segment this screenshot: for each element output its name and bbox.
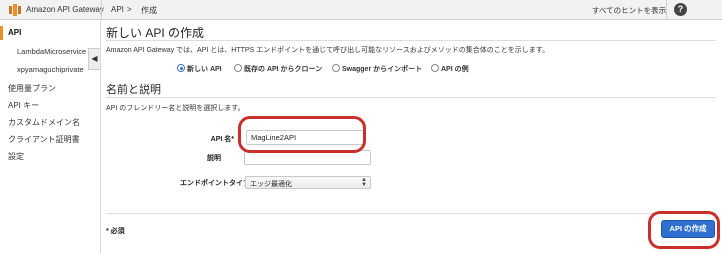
top-bar: Amazon API Gateway API > 作成 すべてのヒントを表示 ? bbox=[0, 0, 722, 20]
breadcrumb-separator: > bbox=[127, 5, 132, 14]
app-name[interactable]: Amazon API Gateway bbox=[26, 5, 104, 14]
divider bbox=[666, 0, 667, 20]
sidebar-item-lambdamicroservice[interactable]: LambdaMicroservice bbox=[17, 47, 86, 56]
sidebar-item-settings[interactable]: 設定 bbox=[8, 151, 24, 162]
sidebar-collapse-button[interactable]: ◀ bbox=[88, 48, 100, 70]
required-note: * 必須 bbox=[106, 228, 125, 235]
radio-clone-api[interactable]: 既存の API からクローン bbox=[234, 64, 322, 74]
sidebar-item-client-certificates[interactable]: クライアント証明書 bbox=[8, 134, 80, 145]
show-all-hints-link[interactable]: すべてのヒントを表示 bbox=[592, 5, 666, 16]
radio-icon[interactable] bbox=[431, 64, 439, 72]
sidebar-item-api-keys[interactable]: API キー bbox=[8, 100, 39, 111]
chevron-left-icon: ◀ bbox=[91, 54, 98, 63]
sidebar-item-xpyamaguchiprivate[interactable]: xpyamaguchiprivate bbox=[17, 65, 84, 74]
main-panel: 新しい API の作成 Amazon API Gateway では、API とは… bbox=[101, 20, 722, 253]
divider bbox=[106, 213, 716, 214]
api-gateway-logo-icon bbox=[9, 4, 21, 16]
radio-new-api[interactable]: 新しい API bbox=[177, 64, 222, 74]
section-description: API のフレンドリー名と説明を選択します。 bbox=[106, 105, 245, 112]
endpoint-type-value: エッジ最適化 bbox=[250, 181, 292, 188]
help-icon[interactable]: ? bbox=[674, 3, 687, 16]
api-name-label: API 名* bbox=[210, 136, 234, 143]
sidebar-item-custom-domains[interactable]: カスタムドメイン名 bbox=[8, 117, 80, 128]
radio-selected-icon[interactable] bbox=[177, 64, 185, 72]
sidebar-item-usage-plans[interactable]: 使用量プラン bbox=[8, 83, 56, 94]
radio-icon[interactable] bbox=[332, 64, 340, 72]
radio-icon[interactable] bbox=[234, 64, 242, 72]
radio-example-api[interactable]: API の例 bbox=[431, 64, 469, 74]
page-title: 新しい API の作成 bbox=[106, 26, 205, 40]
endpoint-type-select[interactable]: エッジ最適化 ▲ ▼ bbox=[245, 176, 371, 189]
description-label: 説明 bbox=[207, 155, 221, 162]
divider bbox=[106, 40, 716, 41]
create-button-highlight bbox=[648, 211, 720, 249]
sidebar-item-api[interactable]: API bbox=[8, 28, 21, 37]
divider bbox=[106, 97, 716, 98]
active-indicator bbox=[0, 26, 3, 40]
name-field-highlight bbox=[238, 116, 366, 153]
breadcrumb-create: 作成 bbox=[141, 6, 157, 15]
sidebar: API LambdaMicroservice xpyamaguchiprivat… bbox=[0, 20, 100, 253]
section-title: 名前と説明 bbox=[106, 84, 161, 96]
endpoint-type-label: エンドポイントタイプ bbox=[180, 180, 250, 187]
divider bbox=[101, 0, 102, 20]
select-arrows-icon: ▲ ▼ bbox=[361, 177, 367, 188]
page-description: Amazon API Gateway では、API とは、HTTPS エンドポイ… bbox=[106, 47, 550, 54]
breadcrumb-api[interactable]: API bbox=[111, 5, 124, 14]
radio-import-swagger[interactable]: Swagger からインポート bbox=[332, 64, 422, 74]
